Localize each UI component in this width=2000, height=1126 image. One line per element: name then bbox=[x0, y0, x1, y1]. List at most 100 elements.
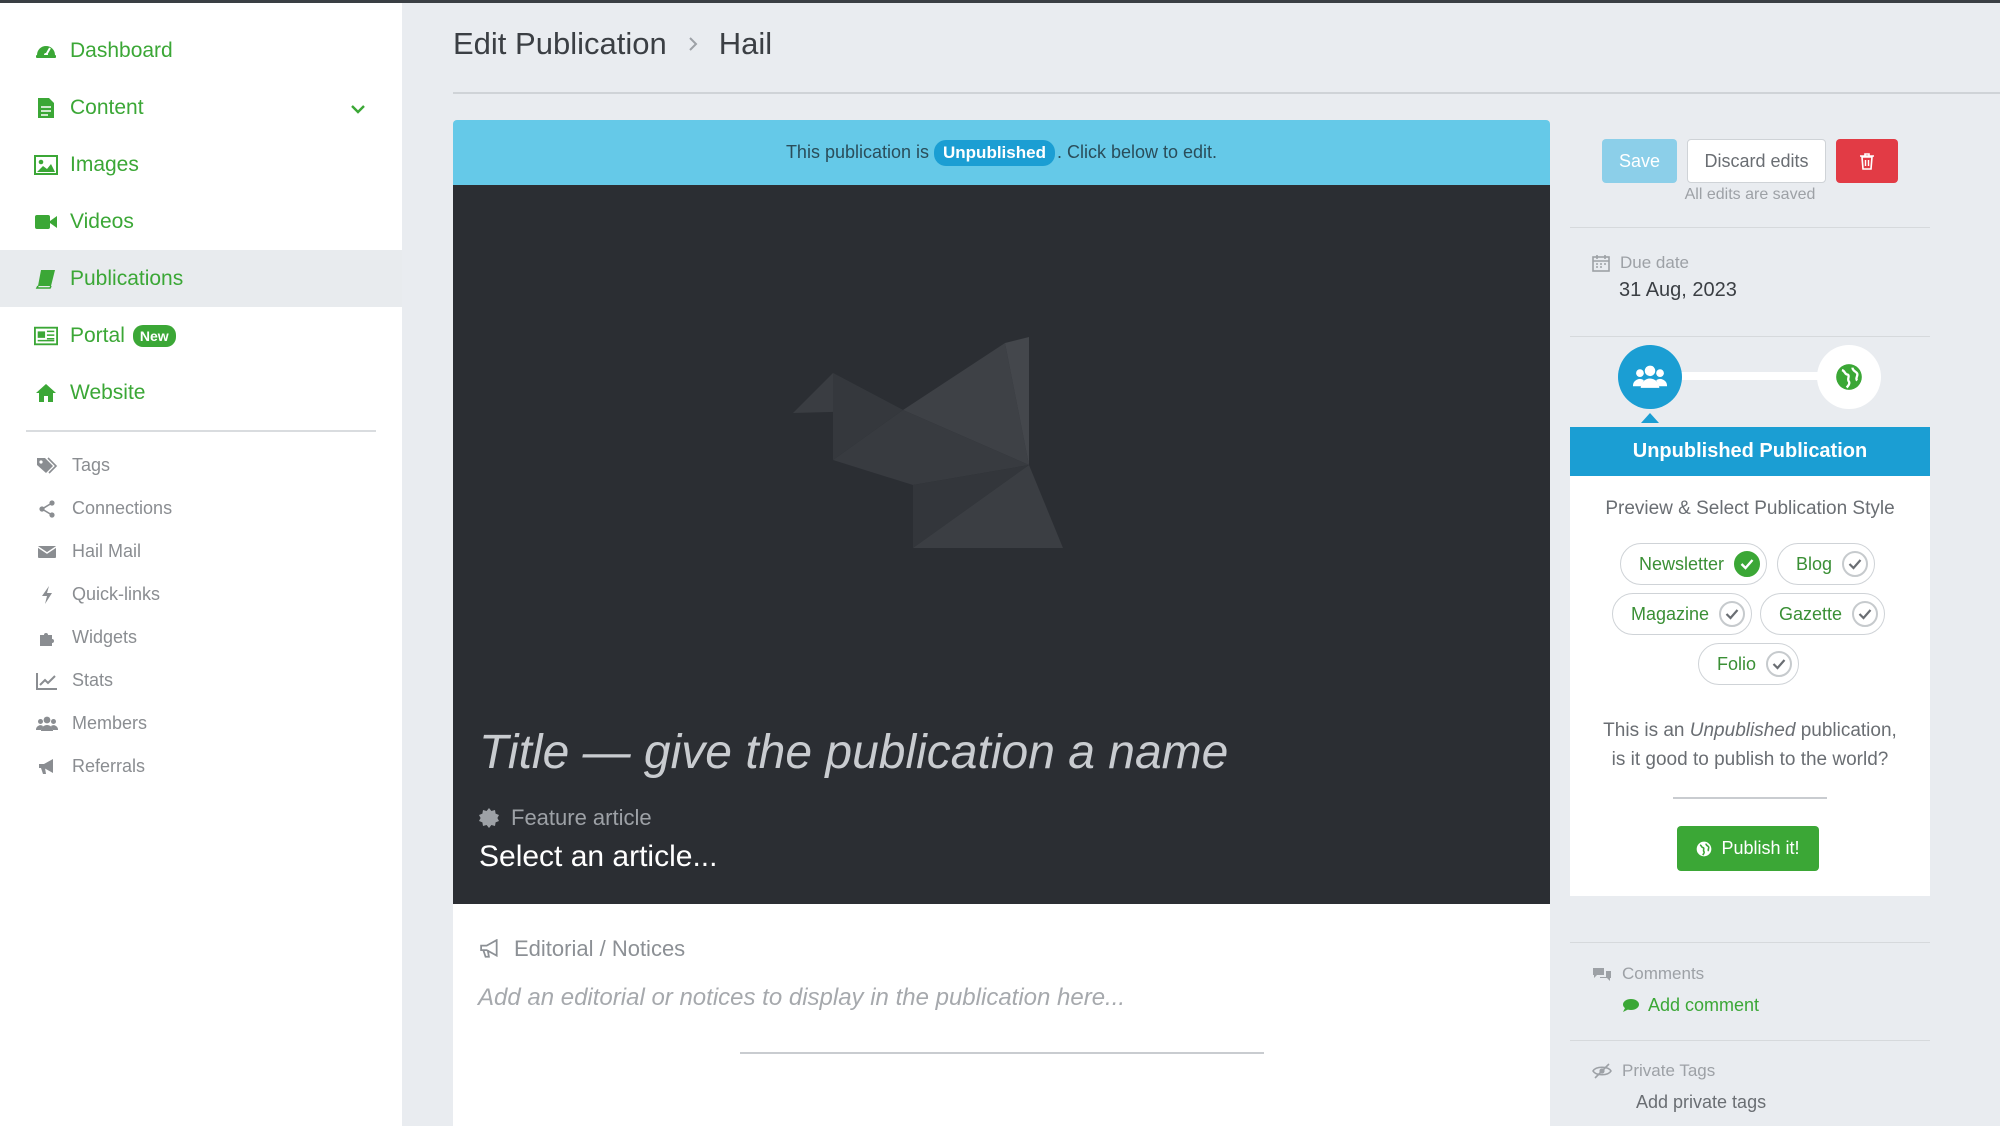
publish-button[interactable]: Publish it! bbox=[1677, 826, 1819, 871]
publish-prompt-status: Unpublished bbox=[1689, 720, 1796, 741]
comments-label-text: Comments bbox=[1622, 964, 1705, 983]
save-button[interactable]: Save bbox=[1602, 139, 1677, 183]
comment-icon bbox=[1622, 998, 1640, 1013]
publish-prompt-prefix: This is an bbox=[1603, 720, 1685, 741]
sidebar-item-website[interactable]: Website bbox=[0, 364, 402, 421]
editorial-input[interactable]: Add an editorial or notices to display i… bbox=[478, 984, 1125, 1012]
status-divider bbox=[1673, 797, 1827, 799]
chevron-down-icon[interactable] bbox=[350, 97, 366, 121]
users-icon bbox=[1633, 365, 1667, 388]
editorial-label-text: Editorial / Notices bbox=[514, 936, 686, 961]
sidebar-item-label: Videos bbox=[70, 209, 134, 233]
sidebar-item-portal[interactable]: Portal New bbox=[0, 307, 402, 364]
panel-divider bbox=[1570, 1040, 1930, 1041]
style-option-newsletter[interactable]: Newsletter bbox=[1620, 543, 1768, 585]
breadcrumb-current: Hail bbox=[718, 26, 773, 61]
trash-icon bbox=[1860, 153, 1874, 170]
banner-text-suffix: . Click below to edit. bbox=[1056, 142, 1218, 162]
bolt-icon bbox=[36, 584, 58, 606]
bullhorn-icon bbox=[478, 939, 502, 959]
sidebar-item-widgets[interactable]: Widgets bbox=[0, 616, 402, 659]
comments-label: Comments bbox=[1592, 964, 1704, 984]
sidebar-item-label: Connections bbox=[72, 498, 173, 518]
sidebar-item-label: Publications bbox=[70, 266, 184, 290]
sidebar-item-videos[interactable]: Videos bbox=[0, 193, 402, 250]
preview-style-label: Preview & Select Publication Style bbox=[1605, 498, 1895, 519]
check-circle-icon bbox=[1842, 551, 1869, 577]
sidebar-main-nav: Dashboard Content Images Videos Publicat… bbox=[0, 22, 402, 421]
sidebar-item-content[interactable]: Content bbox=[0, 79, 402, 136]
sidebar-item-dashboard[interactable]: Dashboard bbox=[0, 22, 402, 79]
breadcrumb: Edit Publication Hail bbox=[453, 26, 772, 62]
sidebar-item-connections[interactable]: Connections bbox=[0, 487, 402, 530]
style-option-label: Newsletter bbox=[1639, 553, 1725, 574]
add-comment-text: Add comment bbox=[1648, 995, 1760, 1015]
sidebar-item-label: Quick-links bbox=[72, 584, 161, 604]
workflow-step-unpublished[interactable] bbox=[1618, 345, 1682, 409]
sidebar-item-quick-links[interactable]: Quick-links bbox=[0, 573, 402, 616]
select-article-button[interactable]: Select an article... bbox=[479, 840, 717, 874]
publication-hero[interactable]: Title — give the publication a name Feat… bbox=[453, 185, 1550, 904]
style-option-magazine[interactable]: Magazine bbox=[1612, 593, 1753, 635]
style-option-label: Gazette bbox=[1779, 603, 1843, 624]
style-option-folio[interactable]: Folio bbox=[1698, 643, 1800, 685]
calendar-icon bbox=[1592, 254, 1610, 272]
envelope-icon bbox=[36, 541, 58, 563]
check-circle-icon bbox=[1719, 601, 1746, 627]
sidebar-item-referrals[interactable]: Referrals bbox=[0, 745, 402, 788]
sidebar-item-label: Website bbox=[70, 380, 146, 404]
sidebar-item-images[interactable]: Images bbox=[0, 136, 402, 193]
hail-bird-logo-icon bbox=[793, 337, 1063, 548]
check-circle-icon bbox=[1766, 651, 1793, 677]
sidebar-item-label: Tags bbox=[72, 455, 111, 475]
editorial-section: Editorial / Notices Add an editorial or … bbox=[453, 904, 1550, 1126]
status-badge: Unpublished bbox=[934, 139, 1055, 166]
feature-article-label: Feature article bbox=[479, 805, 652, 831]
sidebar-item-label: Members bbox=[72, 713, 148, 733]
due-date-value[interactable]: 31 Aug, 2023 bbox=[1619, 279, 1737, 302]
line-chart-icon bbox=[36, 670, 58, 692]
tags-icon bbox=[36, 455, 58, 477]
sidebar-item-members[interactable]: Members bbox=[0, 702, 402, 745]
sidebar-item-label: Portal bbox=[70, 323, 125, 347]
workflow-progress-line bbox=[1680, 372, 1830, 380]
style-option-gazette[interactable]: Gazette bbox=[1760, 593, 1886, 635]
sidebar-item-label: Content bbox=[70, 95, 144, 119]
add-private-tags-link[interactable]: Add private tags bbox=[1636, 1092, 1766, 1113]
publish-button-label: Publish it! bbox=[1721, 838, 1800, 858]
sidebar-item-hail-mail[interactable]: Hail Mail bbox=[0, 530, 402, 573]
dashboard-icon bbox=[34, 39, 58, 63]
sidebar-secondary-nav: Tags Connections Hail Mail Quick-links W… bbox=[0, 444, 402, 788]
publication-style-panel: Preview & Select Publication Style Newsl… bbox=[1570, 476, 1930, 896]
breadcrumb-parent[interactable]: Edit Publication bbox=[453, 26, 667, 62]
panel-divider bbox=[1570, 227, 1930, 228]
publication-title-input[interactable]: Title — give the publication a name bbox=[479, 725, 1228, 780]
publish-prompt: This is an Unpublished publication, is i… bbox=[1570, 716, 1930, 774]
style-option-label: Blog bbox=[1796, 553, 1833, 574]
sidebar-item-tags[interactable]: Tags bbox=[0, 444, 402, 487]
workflow-step-published[interactable] bbox=[1817, 345, 1881, 409]
sidebar-item-label: Dashboard bbox=[70, 38, 173, 62]
comments-icon bbox=[1592, 966, 1612, 982]
puzzle-icon bbox=[36, 627, 58, 649]
panel-divider bbox=[1570, 336, 1930, 337]
status-heading: Unpublished Publication bbox=[1570, 427, 1930, 476]
add-comment-link[interactable]: Add comment bbox=[1622, 995, 1759, 1016]
globe-icon bbox=[1836, 364, 1862, 390]
sidebar-item-stats[interactable]: Stats bbox=[0, 659, 402, 702]
discard-edits-button[interactable]: Discard edits bbox=[1687, 139, 1826, 183]
header-divider bbox=[453, 92, 2000, 94]
sidebar-item-label: Widgets bbox=[72, 627, 138, 647]
check-circle-icon bbox=[1734, 551, 1761, 577]
image-icon bbox=[34, 153, 58, 177]
bullhorn-icon bbox=[36, 756, 58, 778]
delete-button[interactable] bbox=[1836, 139, 1898, 183]
sidebar-item-label: Stats bbox=[72, 670, 114, 690]
active-step-pointer bbox=[1641, 413, 1659, 423]
panel-divider bbox=[1570, 942, 1930, 943]
style-option-blog[interactable]: Blog bbox=[1777, 543, 1876, 585]
globe-icon bbox=[1696, 841, 1712, 857]
private-tags-label: Private Tags bbox=[1592, 1061, 1715, 1081]
sidebar-item-publications[interactable]: Publications bbox=[0, 250, 402, 307]
style-option-label: Magazine bbox=[1631, 603, 1710, 624]
